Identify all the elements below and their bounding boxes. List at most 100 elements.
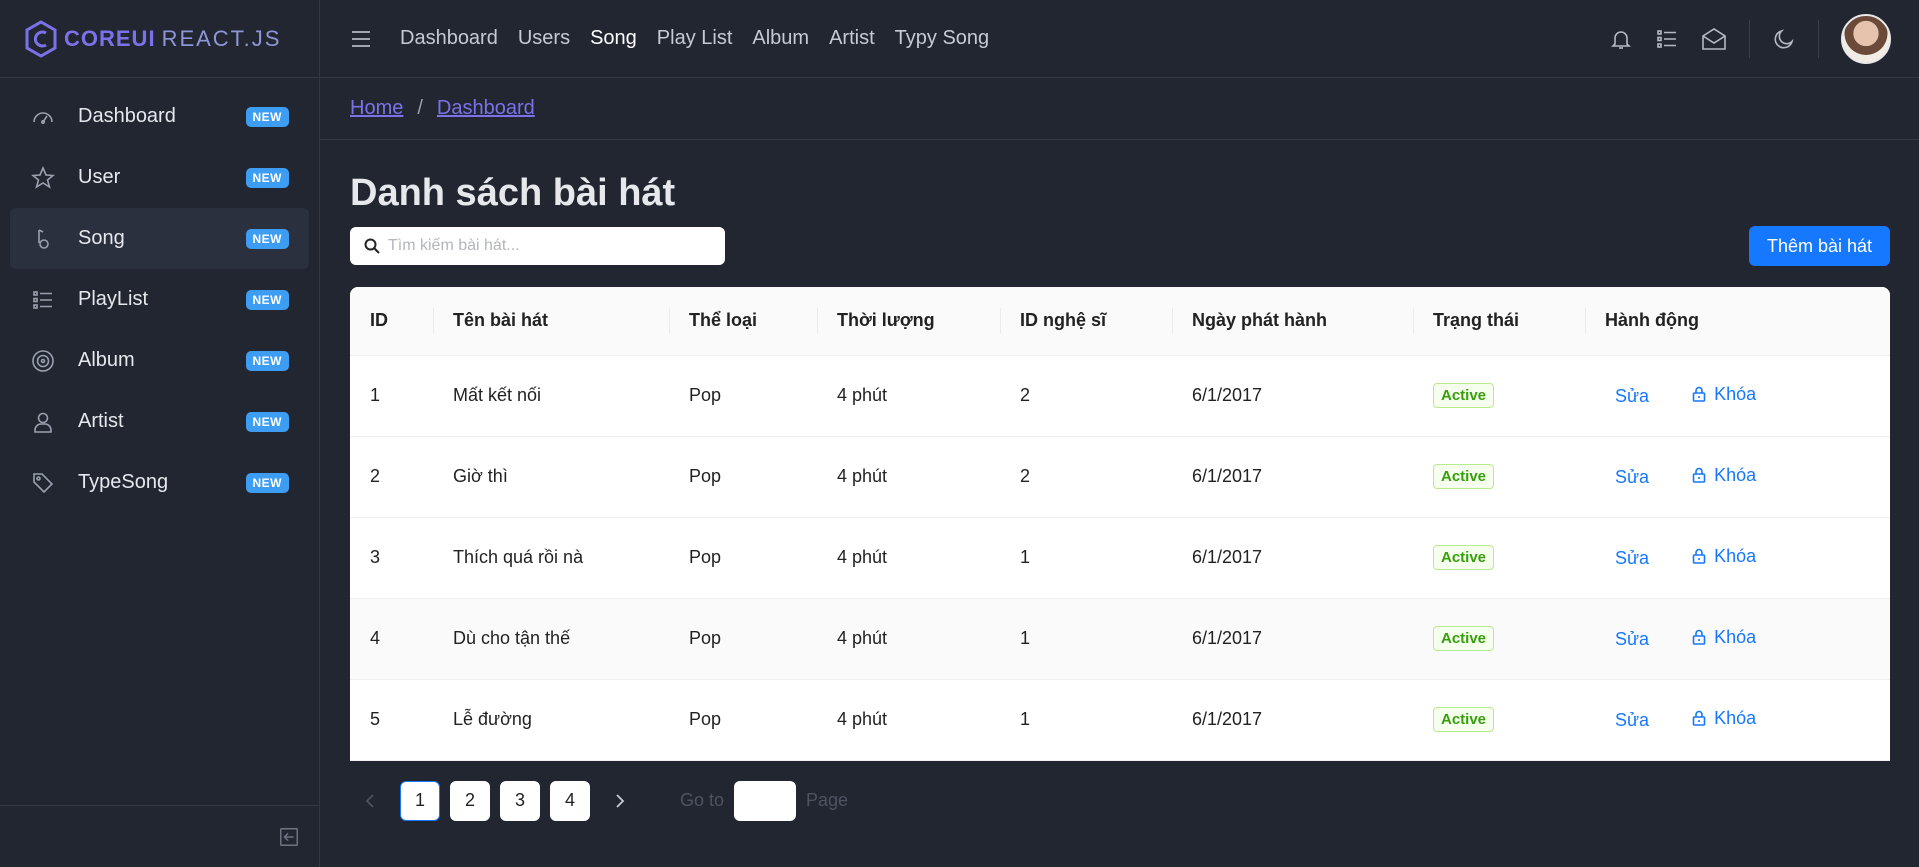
page-label: Page <box>806 790 849 810</box>
cell-genre: Pop <box>669 436 817 518</box>
cell-id: 5 <box>350 679 433 761</box>
status-badge: Active <box>1433 464 1495 489</box>
column-header-release-date[interactable]: Ngày phát hành <box>1172 287 1413 356</box>
cell-actions: Sửa Khóa <box>1585 598 1890 680</box>
column-header-actions[interactable]: Hành động <box>1585 287 1890 356</box>
cell-status: Active <box>1413 598 1585 680</box>
status-badge: Active <box>1433 383 1495 408</box>
top-header: Dashboard Users Song Play List Album Art… <box>320 0 1919 78</box>
table-row: 2 Giờ thì Pop 4 phút 2 6/1/2017 Active S… <box>350 436 1890 518</box>
lock-button[interactable]: Khóa <box>1692 708 1756 729</box>
prev-page-icon[interactable] <box>350 781 390 821</box>
edit-button[interactable]: Sửa <box>1615 386 1649 407</box>
avatar[interactable] <box>1841 14 1891 64</box>
cell-genre: Pop <box>669 517 817 599</box>
breadcrumb-current[interactable]: Dashboard <box>437 97 535 120</box>
sidebar-item-artist[interactable]: Artist NEW <box>10 391 309 452</box>
bell-icon[interactable] <box>1609 27 1633 51</box>
search-input[interactable] <box>388 237 708 255</box>
lock-button[interactable]: Khóa <box>1692 384 1756 405</box>
songs-table: ID Tên bài hát Thể loại Thời lượng ID ng… <box>350 287 1890 761</box>
lock-button[interactable]: Khóa <box>1692 546 1756 567</box>
lock-icon <box>1692 549 1706 565</box>
edit-button[interactable]: Sửa <box>1615 710 1649 731</box>
page-button-4[interactable]: 4 <box>550 780 590 821</box>
table-header-row: ID Tên bài hát Thể loại Thời lượng ID ng… <box>350 287 1890 356</box>
breadcrumb-home[interactable]: Home <box>350 97 403 120</box>
table-row: 1 Mất kết nối Pop 4 phút 2 6/1/2017 Acti… <box>350 355 1890 437</box>
lock-button[interactable]: Khóa <box>1692 465 1756 486</box>
moon-icon[interactable] <box>1772 27 1796 51</box>
sidebar-item-user[interactable]: User NEW <box>10 147 309 208</box>
topnav-dashboard[interactable]: Dashboard <box>400 27 498 50</box>
goto-page-input[interactable] <box>734 780 797 821</box>
topnav-song[interactable]: Song <box>590 27 637 50</box>
main-content: Danh sách bài hát Thêm bài hát ID Tên bà… <box>350 140 1890 821</box>
lock-button[interactable]: Khóa <box>1692 627 1756 648</box>
hamburger-menu-icon[interactable] <box>350 29 372 49</box>
lock-icon <box>1692 711 1706 727</box>
column-header-genre[interactable]: Thể loại <box>669 287 817 356</box>
topnav-users[interactable]: Users <box>518 27 570 50</box>
search-box[interactable] <box>350 227 725 265</box>
lock-label: Khóa <box>1714 383 1757 404</box>
envelope-open-icon[interactable] <box>1701 27 1727 51</box>
music-note-icon <box>30 226 56 252</box>
topnav-typesong[interactable]: Typy Song <box>895 27 990 50</box>
sidebar-item-label: Artist <box>78 410 124 432</box>
new-badge: NEW <box>245 350 289 371</box>
speedometer-icon <box>30 104 56 130</box>
cell-name: Mất kết nối <box>433 355 669 437</box>
sidebar-item-label: Dashboard <box>78 105 176 127</box>
cell-duration: 4 phút <box>817 355 1000 437</box>
sidebar-item-album[interactable]: Album NEW <box>10 330 309 391</box>
column-header-id[interactable]: ID <box>350 287 433 356</box>
topnav-album[interactable]: Album <box>752 27 809 50</box>
sidebar-item-label: Song <box>78 227 125 249</box>
sidebar-item-song[interactable]: Song NEW <box>10 208 309 269</box>
topnav-artist[interactable]: Artist <box>829 27 875 50</box>
page-title: Danh sách bài hát <box>350 172 676 214</box>
cell-status: Active <box>1413 517 1585 599</box>
sidebar-item-typesong[interactable]: TypeSong NEW <box>10 452 309 513</box>
lock-label: Khóa <box>1714 545 1757 566</box>
sidebar-item-playlist[interactable]: PlayList NEW <box>10 269 309 330</box>
pagination: 1 2 3 4 Go to Page <box>350 780 1890 821</box>
brand-logo[interactable]: COREUI REACT.JS <box>24 19 281 58</box>
task-list-icon[interactable] <box>1655 27 1679 51</box>
page-button-2[interactable]: 2 <box>450 780 490 821</box>
column-header-artist-id[interactable]: ID nghệ sĩ <box>1000 287 1172 356</box>
header-actions <box>1609 0 1891 78</box>
cell-id: 1 <box>350 355 433 437</box>
add-song-button[interactable]: Thêm bài hát <box>1749 226 1890 266</box>
column-header-duration[interactable]: Thời lượng <box>817 287 1000 356</box>
table-row: 3 Thích quá rồi nà Pop 4 phút 1 6/1/2017… <box>350 517 1890 599</box>
edit-button[interactable]: Sửa <box>1615 629 1649 650</box>
cell-duration: 4 phút <box>817 598 1000 680</box>
page-button-1[interactable]: 1 <box>400 780 440 821</box>
brand[interactable]: COREUI REACT.JS <box>0 0 319 78</box>
breadcrumb-separator: / <box>417 97 423 119</box>
lock-label: Khóa <box>1714 707 1757 728</box>
topnav-playlist[interactable]: Play List <box>657 27 733 50</box>
next-page-icon[interactable] <box>600 781 640 821</box>
table-row: 4 Dù cho tận thế Pop 4 phút 1 6/1/2017 A… <box>350 598 1890 680</box>
goto-label: Go to <box>680 790 725 810</box>
cell-duration: 4 phút <box>817 517 1000 599</box>
sidebar-item-label: TypeSong <box>78 471 169 493</box>
cell-artist-id: 1 <box>1000 517 1172 599</box>
sidebar-item-label: User <box>78 166 121 188</box>
column-header-status[interactable]: Trạng thái <box>1413 287 1585 356</box>
page-button-3[interactable]: 3 <box>500 780 540 821</box>
cell-artist-id: 2 <box>1000 436 1172 518</box>
edit-button[interactable]: Sửa <box>1615 548 1649 569</box>
lock-icon <box>1692 468 1706 484</box>
column-header-name[interactable]: Tên bài hát <box>433 287 669 356</box>
cell-name: Giờ thì <box>433 436 669 518</box>
sidebar-item-dashboard[interactable]: Dashboard NEW <box>10 86 309 147</box>
sidebar-collapse-icon[interactable] <box>278 826 300 848</box>
cell-actions: Sửa Khóa <box>1585 679 1890 761</box>
star-icon <box>30 165 56 191</box>
cell-actions: Sửa Khóa <box>1585 355 1890 437</box>
edit-button[interactable]: Sửa <box>1615 467 1649 488</box>
